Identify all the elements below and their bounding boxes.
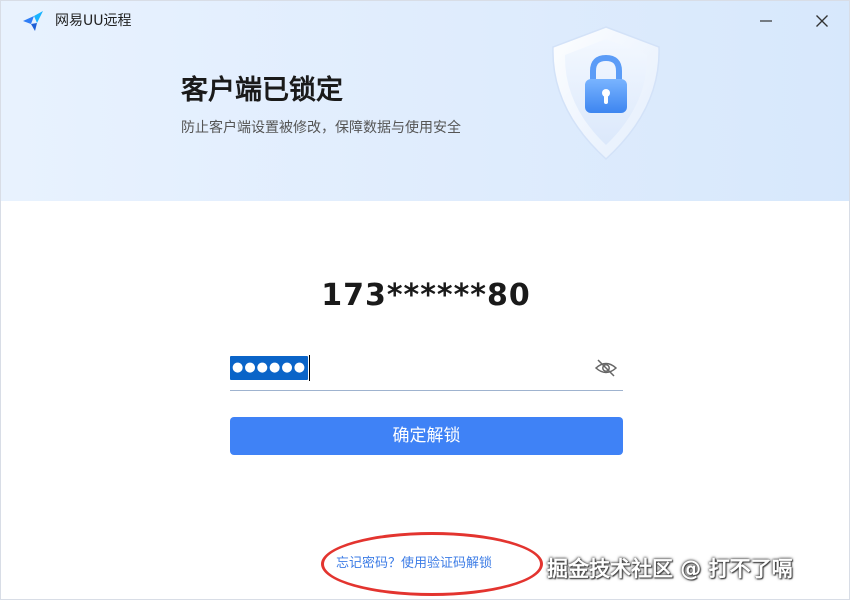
uu-remote-window: 网易UU远程 客户端已锁定 防止客户端设置被修改，保障数据与使用安全 173**…: [0, 0, 850, 600]
minimize-button[interactable]: [750, 7, 782, 35]
minimize-icon: [760, 20, 772, 22]
lock-title: 客户端已锁定: [181, 75, 343, 106]
text-caret: [309, 355, 311, 381]
watermark: 掘金技术社区 @ 打不了嗝: [547, 557, 793, 581]
app-title: 网易UU远程: [55, 13, 132, 29]
eye-off-icon[interactable]: [594, 356, 618, 380]
password-input[interactable]: ●●●●●●: [230, 354, 570, 382]
confirm-unlock-button[interactable]: 确定解锁: [230, 417, 623, 455]
app-logo-icon: [23, 11, 43, 31]
close-button[interactable]: [806, 7, 838, 35]
title-bar[interactable]: 网易UU远程: [1, 1, 849, 41]
lock-subtitle: 防止客户端设置被修改，保障数据与使用安全: [181, 120, 461, 136]
password-value: ●●●●●●: [230, 356, 309, 380]
account-number: 173******80: [321, 278, 531, 313]
close-icon: [816, 15, 828, 27]
shield-lock-icon: [552, 26, 660, 161]
forgot-password-link[interactable]: 忘记密码？使用验证码解锁: [336, 554, 492, 574]
password-field-wrapper: ●●●●●●: [230, 346, 623, 391]
